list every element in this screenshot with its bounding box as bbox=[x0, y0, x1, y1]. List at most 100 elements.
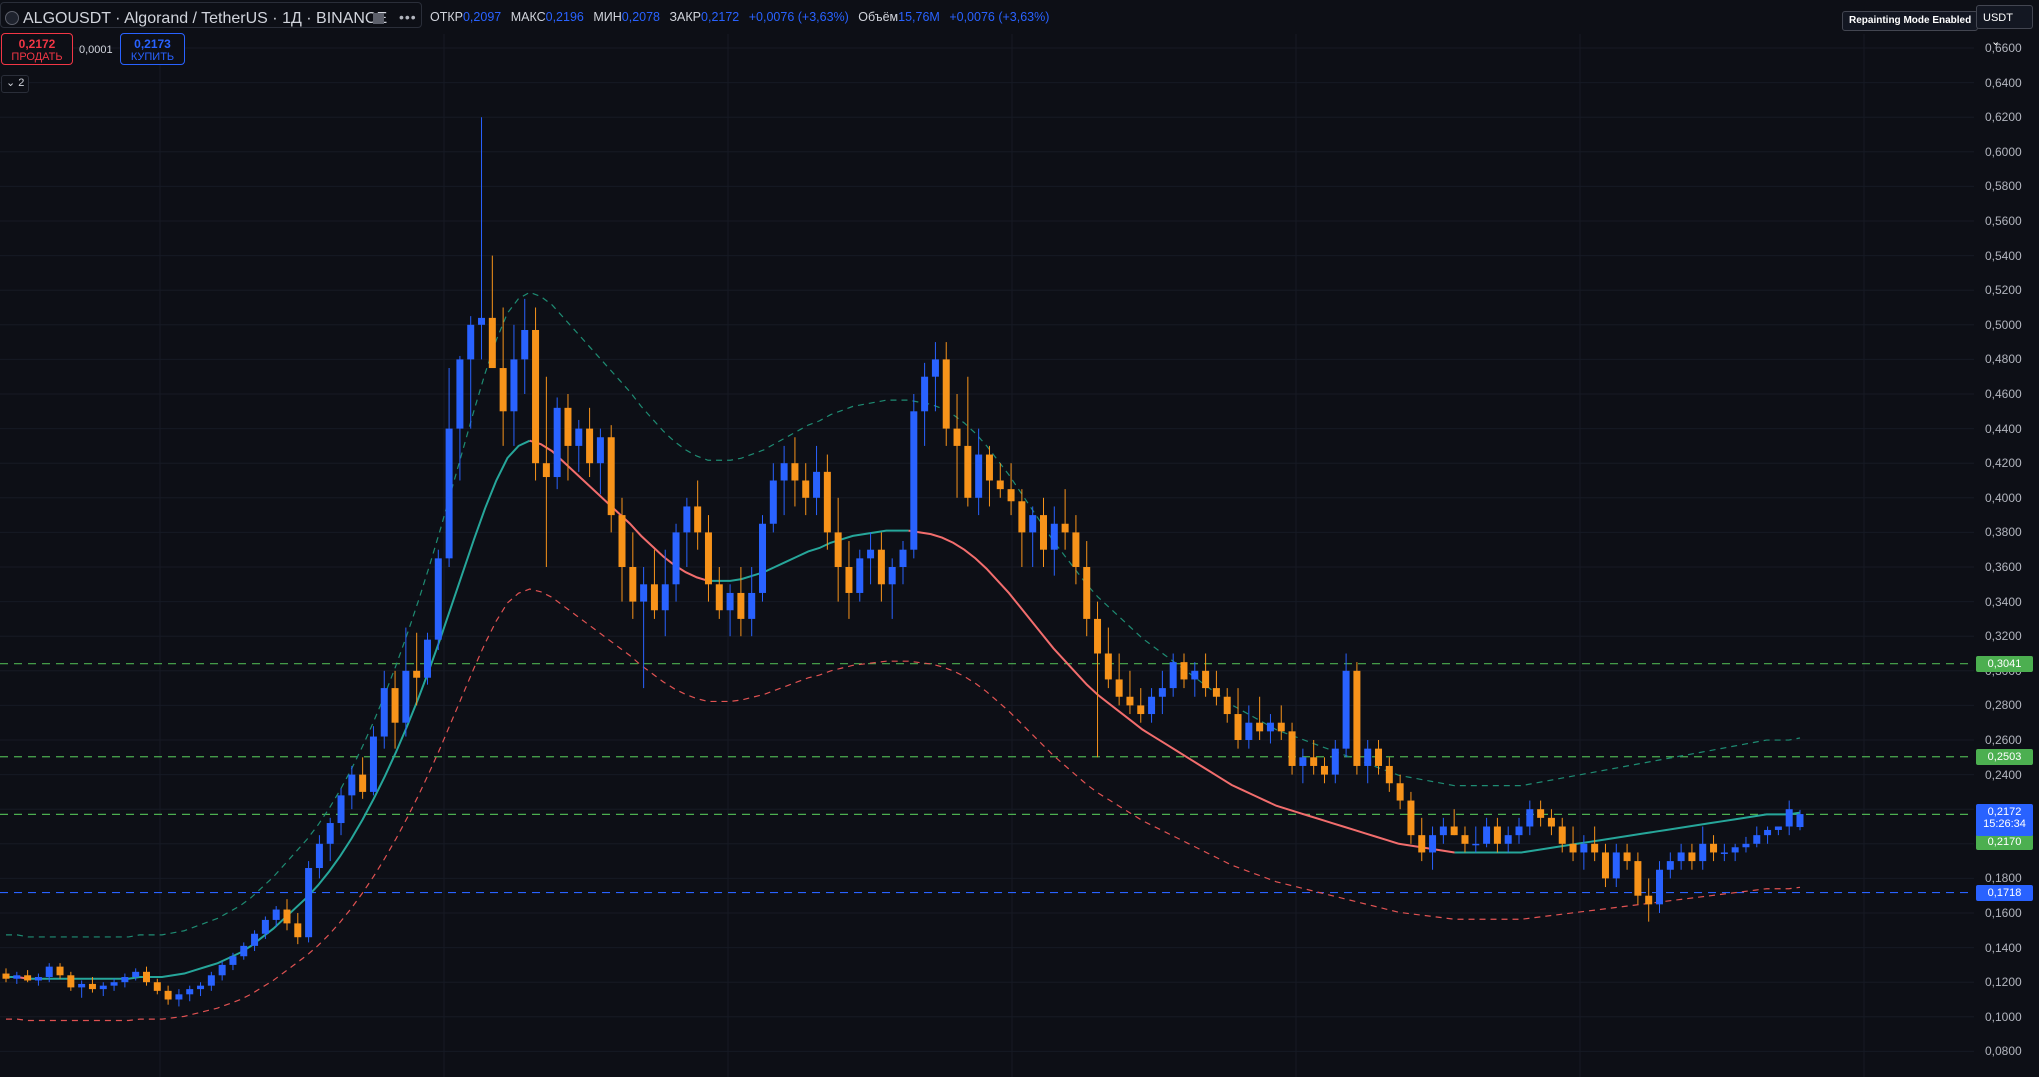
candle-body[interactable] bbox=[423, 639, 431, 678]
candle-body[interactable] bbox=[380, 688, 388, 737]
candle-body[interactable] bbox=[1569, 843, 1577, 853]
candle-body[interactable] bbox=[1212, 688, 1220, 697]
candle-body[interactable] bbox=[1256, 722, 1264, 732]
candle-body[interactable] bbox=[1483, 826, 1491, 844]
candle-body[interactable] bbox=[218, 964, 226, 976]
candle-body[interactable] bbox=[769, 480, 777, 524]
candle-body[interactable] bbox=[1742, 843, 1750, 848]
candle-body[interactable] bbox=[1353, 670, 1361, 766]
candle-body[interactable] bbox=[272, 909, 280, 920]
candle-body[interactable] bbox=[56, 966, 64, 976]
price-chart[interactable] bbox=[0, 0, 2039, 1077]
candle-body[interactable] bbox=[456, 359, 464, 429]
candle-body[interactable] bbox=[1310, 757, 1318, 766]
candle-body[interactable] bbox=[1656, 869, 1664, 905]
candle-body[interactable] bbox=[1018, 501, 1026, 533]
candle-body[interactable] bbox=[1699, 843, 1707, 862]
candle-body[interactable] bbox=[1169, 662, 1177, 689]
candle-body[interactable] bbox=[726, 592, 734, 611]
candle-body[interactable] bbox=[521, 329, 529, 360]
candle-body[interactable] bbox=[1007, 489, 1015, 502]
candle-body[interactable] bbox=[305, 868, 313, 938]
candle-body[interactable] bbox=[683, 506, 691, 533]
candle-body[interactable] bbox=[1720, 852, 1728, 854]
candle-body[interactable] bbox=[1375, 748, 1383, 766]
candle-body[interactable] bbox=[499, 368, 507, 412]
flag-icon[interactable] bbox=[373, 13, 384, 24]
candle-body[interactable] bbox=[899, 549, 907, 567]
candle-body[interactable] bbox=[704, 532, 712, 585]
candle-body[interactable] bbox=[1180, 662, 1188, 680]
candle-body[interactable] bbox=[1094, 618, 1102, 654]
candle-body[interactable] bbox=[1677, 852, 1685, 862]
candle-body[interactable] bbox=[910, 411, 918, 550]
candle-body[interactable] bbox=[2, 973, 10, 979]
candle-body[interactable] bbox=[921, 376, 929, 412]
candle-body[interactable] bbox=[142, 971, 150, 983]
candle-body[interactable] bbox=[877, 549, 885, 585]
candle-body[interactable] bbox=[802, 480, 810, 498]
candle-body[interactable] bbox=[1137, 705, 1145, 715]
candle-body[interactable] bbox=[607, 437, 615, 516]
candle-body[interactable] bbox=[1342, 670, 1350, 749]
candle-body[interactable] bbox=[478, 317, 486, 325]
candle-body[interactable] bbox=[1580, 843, 1588, 853]
candle-body[interactable] bbox=[1418, 835, 1426, 853]
candle-body[interactable] bbox=[99, 985, 107, 990]
candle-body[interactable] bbox=[88, 983, 96, 990]
candle-body[interactable] bbox=[1461, 835, 1469, 844]
candle-body[interactable] bbox=[737, 592, 745, 619]
candle-body[interactable] bbox=[759, 523, 767, 593]
candle-body[interactable] bbox=[1191, 670, 1199, 680]
candle-body[interactable] bbox=[715, 584, 723, 611]
candle-body[interactable] bbox=[542, 463, 550, 478]
candle-body[interactable] bbox=[564, 407, 572, 446]
candle-body[interactable] bbox=[888, 567, 896, 585]
candle-body[interactable] bbox=[931, 359, 939, 377]
candle-body[interactable] bbox=[445, 428, 453, 559]
candle-body[interactable] bbox=[251, 933, 259, 946]
candle-body[interactable] bbox=[434, 558, 442, 640]
candle-body[interactable] bbox=[953, 428, 961, 446]
candle-body[interactable] bbox=[618, 515, 626, 567]
candle-body[interactable] bbox=[867, 549, 875, 559]
candle-body[interactable] bbox=[315, 843, 323, 869]
candle-body[interactable] bbox=[1331, 748, 1339, 775]
candle-body[interactable] bbox=[532, 329, 540, 464]
candle-body[interactable] bbox=[1591, 843, 1599, 853]
candle-body[interactable] bbox=[1385, 765, 1393, 784]
candle-body[interactable] bbox=[175, 994, 183, 1000]
candle-body[interactable] bbox=[488, 317, 496, 369]
candle-body[interactable] bbox=[359, 774, 367, 792]
candle-body[interactable] bbox=[1039, 515, 1047, 550]
candle-body[interactable] bbox=[596, 437, 604, 464]
candle-body[interactable] bbox=[207, 975, 215, 986]
candle-body[interactable] bbox=[1710, 843, 1718, 853]
candle-body[interactable] bbox=[1299, 757, 1307, 766]
candle-body[interactable] bbox=[132, 971, 140, 978]
candle-body[interactable] bbox=[748, 592, 756, 619]
candle-body[interactable] bbox=[1623, 852, 1631, 862]
candle-body[interactable] bbox=[1158, 688, 1166, 697]
candle-body[interactable] bbox=[294, 923, 302, 938]
candle-body[interactable] bbox=[640, 584, 648, 602]
candle-body[interactable] bbox=[1450, 826, 1458, 836]
indicators-collapse-button[interactable]: ⌄ 2 bbox=[1, 75, 29, 93]
candle-body[interactable] bbox=[1320, 765, 1328, 775]
candle-body[interactable] bbox=[229, 956, 237, 965]
candle-body[interactable] bbox=[283, 909, 291, 924]
candle-body[interactable] bbox=[337, 795, 345, 824]
candle-body[interactable] bbox=[78, 983, 86, 988]
candle-body[interactable] bbox=[1537, 809, 1545, 818]
candle-body[interactable] bbox=[856, 558, 864, 593]
candle-body[interactable] bbox=[1364, 748, 1372, 766]
candle-body[interactable] bbox=[1472, 843, 1480, 846]
candle-body[interactable] bbox=[553, 407, 561, 478]
candle-body[interactable] bbox=[791, 463, 799, 481]
candle-body[interactable] bbox=[1104, 653, 1112, 680]
candle-body[interactable] bbox=[1493, 826, 1501, 844]
candle-body[interactable] bbox=[45, 966, 53, 978]
candle-body[interactable] bbox=[1774, 826, 1782, 830]
candle-body[interactable] bbox=[629, 567, 637, 602]
candle-body[interactable] bbox=[1407, 800, 1415, 836]
